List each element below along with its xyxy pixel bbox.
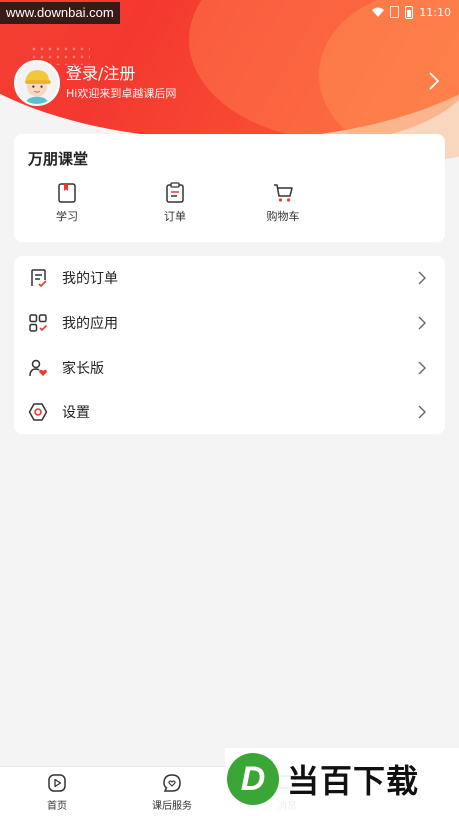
battery-icon <box>405 5 414 19</box>
welcome-text: Hi欢迎来到卓越课后网 <box>66 87 177 100</box>
shortcut-orders[interactable]: 订单 <box>145 182 205 226</box>
wifi-icon <box>372 7 385 17</box>
menu-label: 我的订单 <box>62 271 118 287</box>
chevron-right-icon <box>418 271 426 285</box>
nav-label: 课后服务 <box>152 801 192 812</box>
sim-card-icon <box>390 6 400 18</box>
nav-item-after-school-service[interactable]: 课后服务 <box>132 773 212 813</box>
login-register-link[interactable]: 登录/注册 <box>66 63 176 85</box>
shortcut-study[interactable]: 学习 <box>37 182 97 226</box>
classroom-title: 万朋课堂 <box>28 150 89 168</box>
apps-grid-icon <box>29 314 48 332</box>
menu-item-my-orders[interactable]: 我的订单 <box>14 256 445 300</box>
order-check-icon <box>31 269 47 288</box>
download-site-logo-watermark: D 当百下载 <box>225 748 459 810</box>
menu-label: 我的应用 <box>62 316 118 332</box>
heart-chat-icon <box>163 774 181 792</box>
logo-d-badge: D <box>227 753 279 805</box>
menu-item-parent-version[interactable]: 家长版 <box>14 346 445 390</box>
menu-item-settings[interactable]: 设置 <box>14 390 445 434</box>
nav-label: 首页 <box>47 801 67 812</box>
menu-label: 家长版 <box>62 361 104 377</box>
avatar[interactable] <box>14 60 60 106</box>
chevron-right-icon <box>418 316 426 330</box>
menu-item-my-apps[interactable]: 我的应用 <box>14 301 445 345</box>
watermark-url: www.downbai.com <box>0 2 120 24</box>
profile-header[interactable]: 登录/注册 Hi欢迎来到卓越课后网 <box>14 58 445 108</box>
status-time: 11:10 <box>419 5 451 19</box>
chevron-right-icon <box>418 405 426 419</box>
play-circle-icon <box>48 774 66 792</box>
nav-item-home[interactable]: 首页 <box>17 773 97 813</box>
shopping-cart-icon <box>274 184 293 202</box>
shortcut-cart[interactable]: 购物车 <box>253 182 313 226</box>
avatar-boy-icon <box>25 70 51 104</box>
bookmark-book-icon <box>58 183 76 203</box>
chevron-right-icon[interactable] <box>427 71 441 91</box>
menu-label: 设置 <box>62 405 90 421</box>
shortcut-label: 学习 <box>56 210 78 223</box>
chevron-right-icon <box>418 361 426 375</box>
parent-heart-icon <box>29 359 47 377</box>
classroom-card: 万朋课堂 学习 订单 购物车 <box>14 134 445 242</box>
shortcut-label: 购物车 <box>266 210 300 223</box>
logo-text: 当百下载 <box>287 762 420 800</box>
shortcut-label: 订单 <box>164 210 186 223</box>
order-list-icon <box>166 182 184 203</box>
settings-hexagon-icon <box>28 403 48 421</box>
menu-card: 我的订单 我的应用 家长版 设置 <box>14 256 445 434</box>
